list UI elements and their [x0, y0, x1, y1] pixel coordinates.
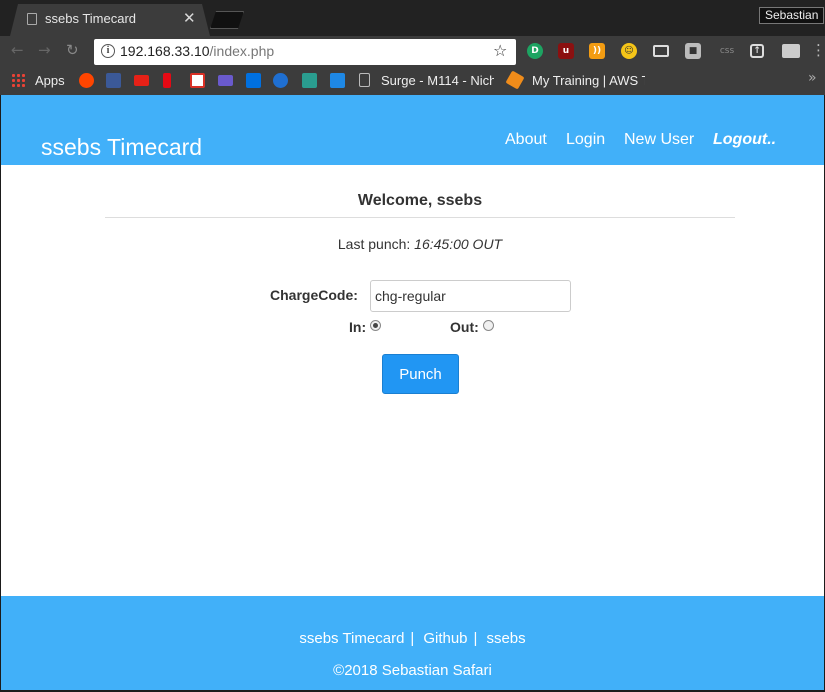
youtube-icon[interactable] — [134, 75, 149, 86]
welcome-heading: Welcome, ssebs — [357, 192, 483, 209]
url-text[interactable]: 192.168.33.10/index.php — [120, 43, 274, 59]
paypal-icon[interactable] — [246, 73, 261, 88]
chase-icon[interactable] — [273, 73, 288, 88]
shortcuts-extension-icon[interactable] — [782, 44, 800, 58]
note-extension-icon[interactable]: ■ — [685, 43, 701, 59]
page-content: ssebs Timecard About Login New User Logo… — [1, 95, 824, 690]
site-footer: ssebs Timecard | Github | ssebs ©2018 Sebast… — [1, 596, 824, 690]
charge-code-input[interactable] — [370, 280, 571, 312]
gmail-icon[interactable] — [190, 73, 205, 88]
page-icon — [27, 13, 37, 25]
site-header: ssebs Timecard About Login New User Logo… — [1, 95, 824, 165]
css-extension-icon[interactable]: css — [716, 43, 738, 59]
last-punch-value: 16:45:00 OUT — [414, 236, 503, 252]
footer-link-ssebs[interactable]: ssebs — [486, 630, 525, 647]
facebook-icon[interactable] — [106, 73, 121, 88]
profile-button[interactable]: Sebastian — [759, 7, 825, 24]
bookmarks-bar: Apps Surge - M114 - Nich My Training | A… — [0, 67, 825, 95]
back-arrow-icon[interactable]: ← — [11, 41, 24, 59]
in-label: In: — [349, 319, 367, 335]
reload-icon[interactable]: ↻ — [66, 41, 79, 59]
out-label: Out: — [450, 319, 479, 335]
reddit-icon[interactable] — [79, 73, 94, 88]
bookmark-my-training[interactable]: My Training | AWS T — [532, 72, 645, 90]
punch-button[interactable]: Punch — [382, 354, 459, 394]
bookmark-star-icon[interactable]: ☆ — [493, 41, 507, 60]
tab-ssebs-timecard[interactable]: ssebs Timecard ✕ — [10, 4, 210, 36]
new-tab-button[interactable] — [210, 11, 244, 29]
out-radio[interactable] — [483, 320, 494, 331]
address-bar[interactable]: i 192.168.33.10/index.php ☆ — [94, 39, 516, 65]
forward-arrow-icon[interactable]: → — [38, 41, 51, 59]
grammar-extension-icon[interactable]: D — [527, 43, 543, 59]
info-icon[interactable]: i — [101, 44, 115, 58]
site-brand[interactable]: ssebs Timecard — [41, 134, 202, 161]
last-punch: Last punch: 16:45:00 OUT — [1, 236, 825, 252]
page-icon[interactable] — [359, 73, 370, 87]
chart-site-icon[interactable] — [330, 73, 345, 88]
footer-link-timecard[interactable]: ssebs Timecard — [299, 630, 404, 647]
emoji-icon[interactable]: ☺ — [621, 43, 637, 59]
rss-icon[interactable]: )) — [589, 43, 605, 59]
apps-grid-icon[interactable] — [11, 73, 26, 88]
tab-title: ssebs Timecard — [45, 11, 137, 26]
footer-separator: | — [410, 630, 415, 647]
divider — [105, 217, 735, 218]
copyright: ©2018 Sebastian Safari — [333, 662, 492, 679]
in-radio[interactable] — [370, 320, 381, 331]
tab-strip: ssebs Timecard ✕ Sebastian — [0, 0, 825, 36]
url-host: 192.168.33.10 — [120, 43, 210, 59]
nav-new-user[interactable]: New User — [624, 131, 694, 149]
bookmark-apps[interactable]: Apps — [35, 72, 65, 90]
browser-toolbar: ← → ↻ i 192.168.33.10/index.php ☆ D u ))… — [0, 36, 825, 67]
browser-menu-icon[interactable]: ⋮ — [811, 41, 825, 59]
more-bookmarks-icon[interactable]: » — [808, 70, 817, 86]
last-punch-label: Last punch: — [337, 236, 411, 252]
footer-links: ssebs Timecard | Github | ssebs — [1, 630, 824, 647]
netflix-icon[interactable] — [163, 73, 171, 88]
footer-link-github[interactable]: Github — [423, 630, 467, 647]
bookmark-surge[interactable]: Surge - M114 - Nich — [381, 72, 494, 90]
url-path: /index.php — [209, 43, 275, 59]
mint-icon[interactable] — [302, 73, 317, 88]
external-link-icon[interactable]: ↑ — [750, 44, 764, 58]
mail-icon[interactable] — [218, 75, 233, 86]
screen-capture-icon[interactable] — [653, 45, 669, 57]
ublock-icon[interactable]: u — [558, 43, 574, 59]
browser-window: ssebs Timecard ✕ Sebastian ← → ↻ i 192.1… — [0, 0, 825, 692]
close-tab-icon[interactable]: ✕ — [183, 9, 196, 27]
nav-login[interactable]: Login — [566, 131, 605, 149]
nav-about[interactable]: About — [505, 131, 547, 149]
footer-separator: | — [473, 630, 478, 647]
nav-logout[interactable]: Logout.. — [713, 131, 776, 149]
aws-icon[interactable] — [505, 70, 525, 90]
charge-code-label: ChargeCode: — [270, 287, 358, 303]
